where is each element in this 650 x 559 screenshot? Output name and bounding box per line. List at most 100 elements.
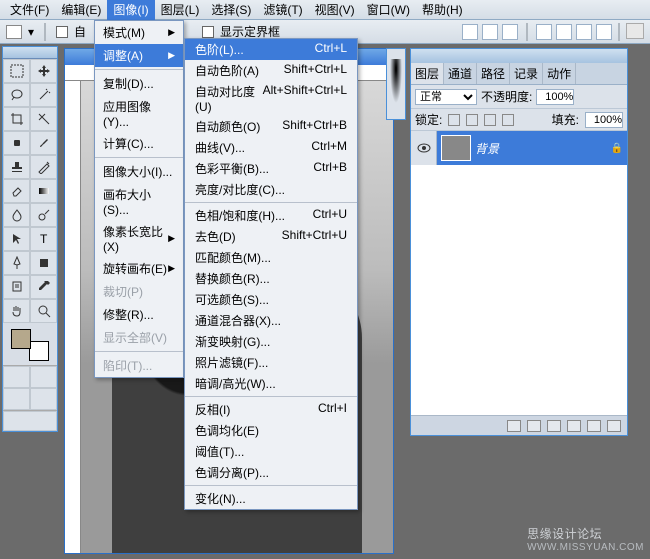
tab-动作[interactable]: 动作 <box>543 63 576 84</box>
menu-item[interactable]: 暗调/高光(W)... <box>185 373 357 394</box>
blur-tool-icon[interactable] <box>3 203 30 227</box>
menu-选择[interactable]: 选择(S) <box>205 0 257 20</box>
dodge-tool-icon[interactable] <box>30 203 57 227</box>
menu-item[interactable]: 图像大小(I)... <box>95 160 183 183</box>
foreground-color-swatch[interactable] <box>11 329 31 349</box>
menu-item[interactable]: 画布大小(S)... <box>95 183 183 220</box>
menu-窗口[interactable]: 窗口(W) <box>361 0 416 20</box>
brush-tool-icon[interactable] <box>30 131 57 155</box>
navigator-collapsed-strip[interactable] <box>386 48 406 120</box>
distribute-btn[interactable] <box>556 24 572 40</box>
wand-tool-icon[interactable] <box>30 83 57 107</box>
tab-路径[interactable]: 路径 <box>477 63 510 84</box>
fx-icon[interactable] <box>507 420 521 432</box>
menu-item[interactable]: 自动对比度(U)Alt+Shift+Ctrl+L <box>185 81 357 116</box>
menu-item[interactable]: 阈值(T)... <box>185 441 357 462</box>
menu-item[interactable]: 修整(R)... <box>95 303 183 326</box>
menu-视图[interactable]: 视图(V) <box>309 0 361 20</box>
type-tool-icon[interactable]: T <box>30 227 57 251</box>
menu-item[interactable]: 色调均化(E) <box>185 420 357 441</box>
panel-titlebar[interactable] <box>411 49 627 63</box>
menu-编辑[interactable]: 编辑(E) <box>55 0 107 20</box>
menu-item[interactable]: 渐变映射(G)... <box>185 331 357 352</box>
hand-tool-icon[interactable] <box>3 299 30 323</box>
menu-item[interactable]: 可选颜色(S)... <box>185 289 357 310</box>
show-transform-checkbox[interactable] <box>202 26 214 38</box>
eyedropper-tool-icon[interactable] <box>30 275 57 299</box>
dropdown-arrow-icon[interactable]: ▾ <box>28 25 34 39</box>
menu-item[interactable]: 自动颜色(O)Shift+Ctrl+B <box>185 116 357 137</box>
marquee-tool-icon[interactable] <box>3 59 30 83</box>
mask-icon[interactable] <box>527 420 541 432</box>
layer-thumbnail[interactable] <box>441 135 471 161</box>
palette-well-btn[interactable] <box>626 23 644 39</box>
history-brush-icon[interactable] <box>30 155 57 179</box>
heal-tool-icon[interactable] <box>3 131 30 155</box>
gradient-tool-icon[interactable] <box>30 179 57 203</box>
lasso-tool-icon[interactable] <box>3 83 30 107</box>
menu-item[interactable]: 自动色阶(A)Shift+Ctrl+L <box>185 60 357 81</box>
screen-mode-1-icon[interactable] <box>3 388 30 410</box>
lock-transparency-icon[interactable] <box>448 114 460 126</box>
folder-icon[interactable] <box>547 420 561 432</box>
menu-item[interactable]: 旋转画布(E)▶ <box>95 257 183 280</box>
menu-文件[interactable]: 文件(F) <box>4 0 55 20</box>
menu-item[interactable]: 色相/饱和度(H)...Ctrl+U <box>185 205 357 226</box>
fill-input[interactable] <box>585 112 623 128</box>
menu-item[interactable]: 应用图像(Y)... <box>95 95 183 132</box>
layer-name[interactable]: 背景 <box>475 140 499 157</box>
zoom-tool-icon[interactable] <box>30 299 57 323</box>
menu-item[interactable]: 像素长宽比(X)▶ <box>95 220 183 257</box>
menu-item[interactable]: 调整(A)▶ <box>95 44 183 67</box>
align-btn[interactable] <box>462 24 478 40</box>
menu-item[interactable]: 通道混合器(X)... <box>185 310 357 331</box>
color-swatch[interactable] <box>3 327 57 365</box>
menu-item[interactable]: 照片滤镜(F)... <box>185 352 357 373</box>
lock-pixels-icon[interactable] <box>466 114 478 126</box>
vertical-ruler[interactable] <box>65 81 81 553</box>
menu-item[interactable]: 色调分离(P)... <box>185 462 357 483</box>
distribute-btn[interactable] <box>576 24 592 40</box>
notes-tool-icon[interactable] <box>3 275 30 299</box>
menu-item[interactable]: 曲线(V)...Ctrl+M <box>185 137 357 158</box>
trash-icon[interactable] <box>607 420 621 432</box>
jump-to-imageready-icon[interactable] <box>3 411 57 431</box>
toolbox-header[interactable] <box>3 47 57 59</box>
shape-tool-icon[interactable] <box>30 251 57 275</box>
menu-item[interactable]: 变化(N)... <box>185 488 357 509</box>
lock-all-icon[interactable] <box>502 114 514 126</box>
menu-item[interactable]: 计算(C)... <box>95 132 183 155</box>
tab-记录[interactable]: 记录 <box>510 63 543 84</box>
tab-图层[interactable]: 图层 <box>411 63 444 84</box>
stamp-tool-icon[interactable] <box>3 155 30 179</box>
menu-item[interactable]: 色彩平衡(B)...Ctrl+B <box>185 158 357 179</box>
standard-mode-icon[interactable] <box>3 366 30 388</box>
menu-帮助[interactable]: 帮助(H) <box>416 0 469 20</box>
menu-item[interactable]: 复制(D)... <box>95 72 183 95</box>
menu-item[interactable]: 反相(I)Ctrl+I <box>185 399 357 420</box>
new-layer-icon[interactable] <box>587 420 601 432</box>
adjust-layer-icon[interactable] <box>567 420 581 432</box>
slice-tool-icon[interactable] <box>30 107 57 131</box>
menu-图像[interactable]: 图像(I) <box>107 0 154 20</box>
menu-item[interactable]: 替换颜色(R)... <box>185 268 357 289</box>
blend-mode-select[interactable]: 正常 <box>415 89 477 105</box>
auto-select-checkbox[interactable] <box>56 26 68 38</box>
tab-通道[interactable]: 通道 <box>444 63 477 84</box>
quickmask-mode-icon[interactable] <box>30 366 57 388</box>
visibility-eye-icon[interactable] <box>411 131 437 165</box>
lock-position-icon[interactable] <box>484 114 496 126</box>
move-tool-icon[interactable] <box>30 59 57 83</box>
distribute-btn[interactable] <box>596 24 612 40</box>
menu-图层[interactable]: 图层(L) <box>155 0 206 20</box>
menu-item[interactable]: 模式(M)▶ <box>95 21 183 44</box>
background-color-swatch[interactable] <box>29 341 49 361</box>
crop-tool-icon[interactable] <box>3 107 30 131</box>
menu-滤镜[interactable]: 滤镜(T) <box>257 0 308 20</box>
align-btn[interactable] <box>482 24 498 40</box>
menu-item[interactable]: 色阶(L)...Ctrl+L <box>185 39 357 60</box>
pen-tool-icon[interactable] <box>3 251 30 275</box>
path-select-icon[interactable] <box>3 227 30 251</box>
screen-mode-2-icon[interactable] <box>30 388 57 410</box>
menu-item[interactable]: 匹配颜色(M)... <box>185 247 357 268</box>
